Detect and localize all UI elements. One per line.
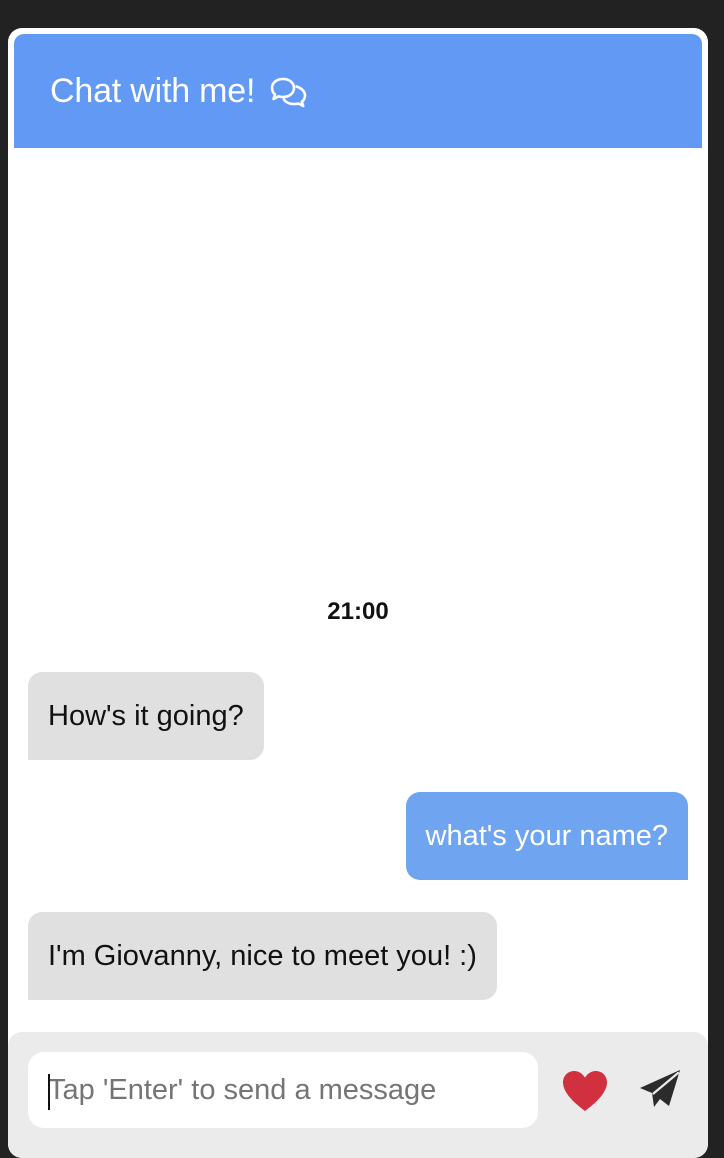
message-list[interactable]: 21:00 How's it going? what's your name? …: [8, 148, 708, 1032]
text-caret: [48, 1074, 50, 1110]
send-button[interactable]: [636, 1066, 684, 1114]
chat-title: Chat with me!: [50, 71, 256, 110]
message-composer: [8, 1032, 708, 1158]
conversation-timestamp: 21:00: [327, 598, 389, 625]
received-message: I'm Giovanny, nice to meet you! :): [28, 912, 497, 1000]
chat-bubbles-icon: [269, 76, 309, 110]
heart-icon: [563, 1071, 607, 1111]
message-input[interactable]: [28, 1052, 538, 1128]
sent-message: what's your name?: [405, 792, 688, 880]
paper-plane-icon: [640, 1070, 680, 1107]
like-button[interactable]: [560, 1068, 610, 1114]
chat-window: Chat with me! 21:00 How's it going? what…: [8, 28, 708, 1158]
received-message: How's it going?: [28, 672, 264, 760]
chat-header: Chat with me!: [14, 34, 702, 148]
